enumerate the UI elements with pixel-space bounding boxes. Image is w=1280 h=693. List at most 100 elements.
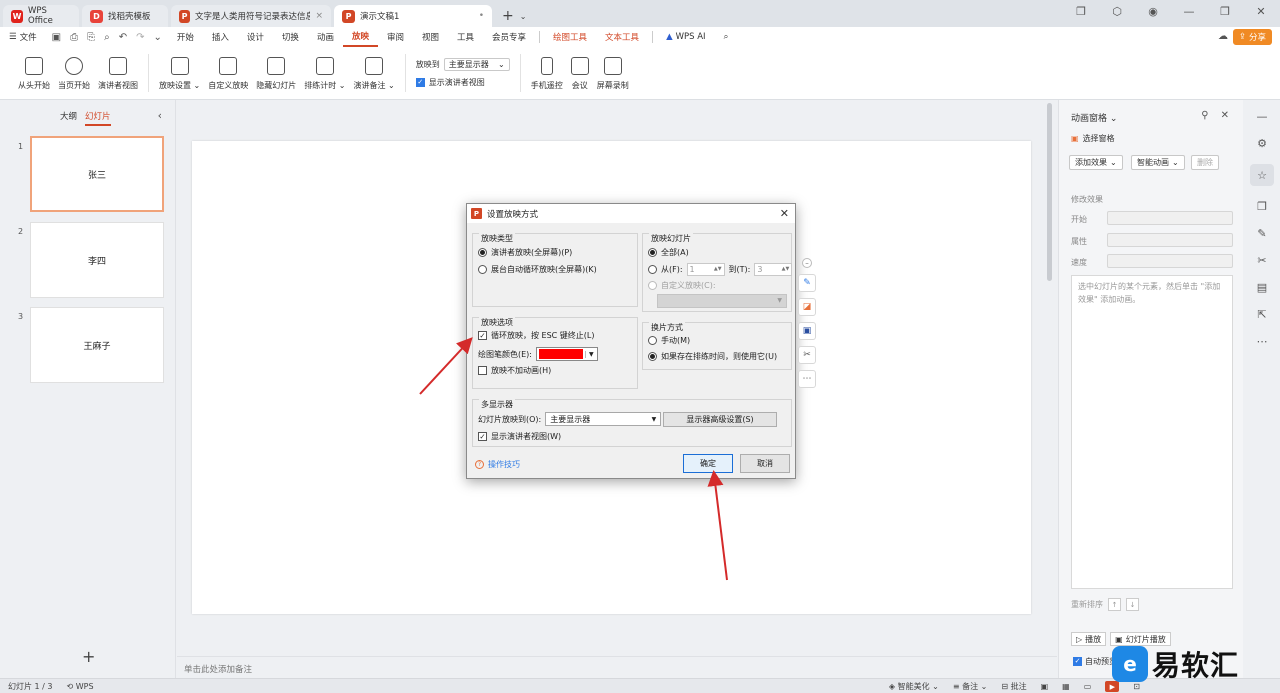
- search-icon[interactable]: ⌕: [715, 27, 738, 47]
- show-to-select[interactable]: 主要显示器 ⌄: [443, 58, 510, 71]
- collapse-icon[interactable]: –: [802, 258, 812, 268]
- menu-drawing-tools[interactable]: 绘图工具: [544, 27, 596, 47]
- menu-slideshow[interactable]: 放映: [342, 27, 378, 47]
- all-slides-radio[interactable]: 全部(A): [648, 247, 689, 258]
- phone-remote-button[interactable]: 手机遥控: [527, 51, 567, 95]
- share-button[interactable]: ⇪ 分享: [1232, 29, 1272, 45]
- menu-file[interactable]: ☰ 文件: [0, 27, 46, 47]
- move-up-icon[interactable]: ↑: [1108, 598, 1121, 611]
- reading-view-icon[interactable]: ▭: [1084, 682, 1092, 691]
- rehearse-button[interactable]: 排练计时 ⌄: [300, 51, 349, 95]
- play-button[interactable]: ▷ 播放: [1071, 632, 1107, 646]
- menu-insert[interactable]: 插入: [203, 27, 238, 47]
- print-preview-icon[interactable]: ⌕: [104, 32, 110, 43]
- move-down-icon[interactable]: ↓: [1126, 598, 1139, 611]
- print-icon[interactable]: ⎘: [87, 32, 95, 43]
- menu-member[interactable]: 会员专享: [483, 27, 535, 47]
- close-window-icon[interactable]: ✕: [1254, 5, 1268, 18]
- cancel-button[interactable]: 取消: [740, 454, 790, 473]
- book-icon[interactable]: ▤: [1257, 281, 1267, 294]
- export-icon[interactable]: ⎙: [70, 32, 78, 43]
- vertical-scrollbar[interactable]: [1047, 103, 1052, 281]
- presenter-view-button[interactable]: 演讲者视图: [94, 51, 142, 95]
- from-current-button[interactable]: 当页开始: [54, 51, 94, 95]
- show-presenter-view-checkbox[interactable]: ✓ 显示演讲者视图: [415, 77, 510, 88]
- chevron-down-icon[interactable]: ⌄: [520, 12, 527, 21]
- undo-icon[interactable]: ↶: [119, 32, 127, 43]
- tab-document[interactable]: P 文字是人类用符号记录表达信息以… ×: [171, 5, 331, 27]
- new-tab-button[interactable]: + ⌄: [502, 5, 526, 27]
- add-slide-button[interactable]: +: [82, 647, 95, 666]
- animation-list[interactable]: 选中幻灯片的某个元素，然后单击 "添加效果" 添加动画。: [1071, 275, 1233, 589]
- menu-wps-ai[interactable]: ▲ WPS AI: [657, 27, 715, 47]
- border-icon[interactable]: ▣: [798, 322, 816, 340]
- monitor-advanced-button[interactable]: 显示器高级设置(S): [663, 412, 777, 427]
- pin-icon[interactable]: ⚲: [1201, 110, 1208, 121]
- slide-thumbnail[interactable]: 张三: [30, 136, 164, 212]
- tab-slides[interactable]: 幻灯片: [85, 110, 111, 126]
- notes-button[interactable]: ≡ 备注 ⌄: [953, 681, 988, 692]
- close-icon[interactable]: ✕: [1221, 110, 1229, 121]
- help-tips-link[interactable]: ? 操作技巧: [475, 459, 520, 470]
- pen-color-picker[interactable]: ▼: [536, 347, 598, 361]
- presenter-view-checkbox[interactable]: ✓ 显示演讲者视图(W): [478, 431, 561, 442]
- fill-icon[interactable]: ◪: [798, 298, 816, 316]
- cloud-icon[interactable]: ☁: [1218, 31, 1228, 42]
- from-start-button[interactable]: 从头开始: [14, 51, 54, 95]
- show-setup-button[interactable]: 放映设置 ⌄: [155, 51, 204, 95]
- copy-icon[interactable]: ❐: [1257, 200, 1267, 213]
- show-on-select[interactable]: 主要显示器 ▼: [545, 412, 662, 426]
- meeting-button[interactable]: 会议: [567, 51, 593, 95]
- from-slide-radio[interactable]: 从(F): 1 ▲▼ 到(T): 3 ▲▼: [648, 263, 793, 276]
- avatar[interactable]: ◉: [1146, 5, 1160, 18]
- collapse-panel-icon[interactable]: ‹: [158, 109, 162, 122]
- cube-icon[interactable]: ⬡: [1110, 5, 1124, 18]
- save-icon[interactable]: ▣: [52, 32, 61, 43]
- tab-wps-office[interactable]: W WPS Office: [3, 5, 79, 27]
- custom-show-radio[interactable]: 自定义放映(C):: [648, 280, 716, 291]
- sorter-view-icon[interactable]: ▦: [1062, 682, 1070, 691]
- add-effect-button[interactable]: 添加效果 ⌄: [1069, 155, 1123, 170]
- notes-pane[interactable]: 单击此处添加备注: [177, 656, 1057, 678]
- window-layout-icon[interactable]: ❐: [1074, 5, 1088, 18]
- close-icon[interactable]: ✕: [780, 207, 789, 220]
- manual-advance-radio[interactable]: 手动(M): [648, 335, 690, 346]
- slide-thumbnail[interactable]: 李四: [30, 222, 164, 298]
- delete-button[interactable]: 删除: [1191, 155, 1219, 170]
- selection-pane-button[interactable]: ▣ 选择窗格: [1071, 133, 1115, 144]
- tab-presentation-1[interactable]: P 演示文稿1 •: [334, 5, 492, 27]
- normal-view-icon[interactable]: ▣: [1041, 682, 1049, 691]
- no-animation-checkbox[interactable]: 放映不加动画(H): [478, 365, 551, 376]
- share-icon[interactable]: ⇱: [1257, 308, 1266, 321]
- menu-review[interactable]: 审阅: [378, 27, 413, 47]
- screen-record-button[interactable]: 屏幕录制: [593, 51, 633, 95]
- dialog-titlebar[interactable]: P 设置放映方式: [467, 204, 795, 223]
- kiosk-show-radio[interactable]: 展台自动循环放映(全屏幕)(K): [478, 264, 597, 275]
- ok-button[interactable]: 确定: [683, 454, 733, 473]
- to-spinner[interactable]: 3 ▲▼: [754, 263, 793, 276]
- restore-icon[interactable]: ❐: [1218, 5, 1232, 18]
- loop-checkbox[interactable]: ✓ 循环放映，按 ESC 键终止(L): [478, 330, 595, 341]
- tools-icon[interactable]: ✂: [1257, 254, 1266, 267]
- more-icon[interactable]: ⋯: [798, 370, 816, 388]
- chevron-down-icon[interactable]: ⌄: [153, 32, 161, 43]
- presenter-show-radio[interactable]: 演讲者放映(全屏幕)(P): [478, 247, 572, 258]
- speaker-notes-button[interactable]: 演讲备注 ⌄: [350, 51, 399, 95]
- menu-transitions[interactable]: 切换: [273, 27, 308, 47]
- menu-tools[interactable]: 工具: [448, 27, 483, 47]
- more-icon[interactable]: ⋯: [1257, 335, 1268, 348]
- animation-pane-title[interactable]: 动画窗格 ⌄: [1071, 111, 1117, 124]
- use-timings-radio[interactable]: 如果存在排练时间，则使用它(U): [648, 351, 777, 362]
- close-icon[interactable]: •: [479, 11, 484, 21]
- smart-beautify-button[interactable]: ◈ 智能美化 ⌄: [889, 681, 939, 692]
- minimize-icon[interactable]: —: [1182, 5, 1196, 18]
- custom-show-button[interactable]: 自定义放映: [204, 51, 252, 95]
- pen-icon[interactable]: ✎: [798, 274, 816, 292]
- wps-status[interactable]: ⟲ WPS: [67, 682, 94, 691]
- from-spinner[interactable]: 1 ▲▼: [686, 263, 725, 276]
- menu-view[interactable]: 视图: [413, 27, 448, 47]
- menu-animations[interactable]: 动画: [308, 27, 343, 47]
- scissors-icon[interactable]: ✂: [798, 346, 816, 364]
- smart-animation-button[interactable]: 智能动画 ⌄: [1131, 155, 1185, 170]
- star-icon[interactable]: ☆: [1250, 164, 1274, 186]
